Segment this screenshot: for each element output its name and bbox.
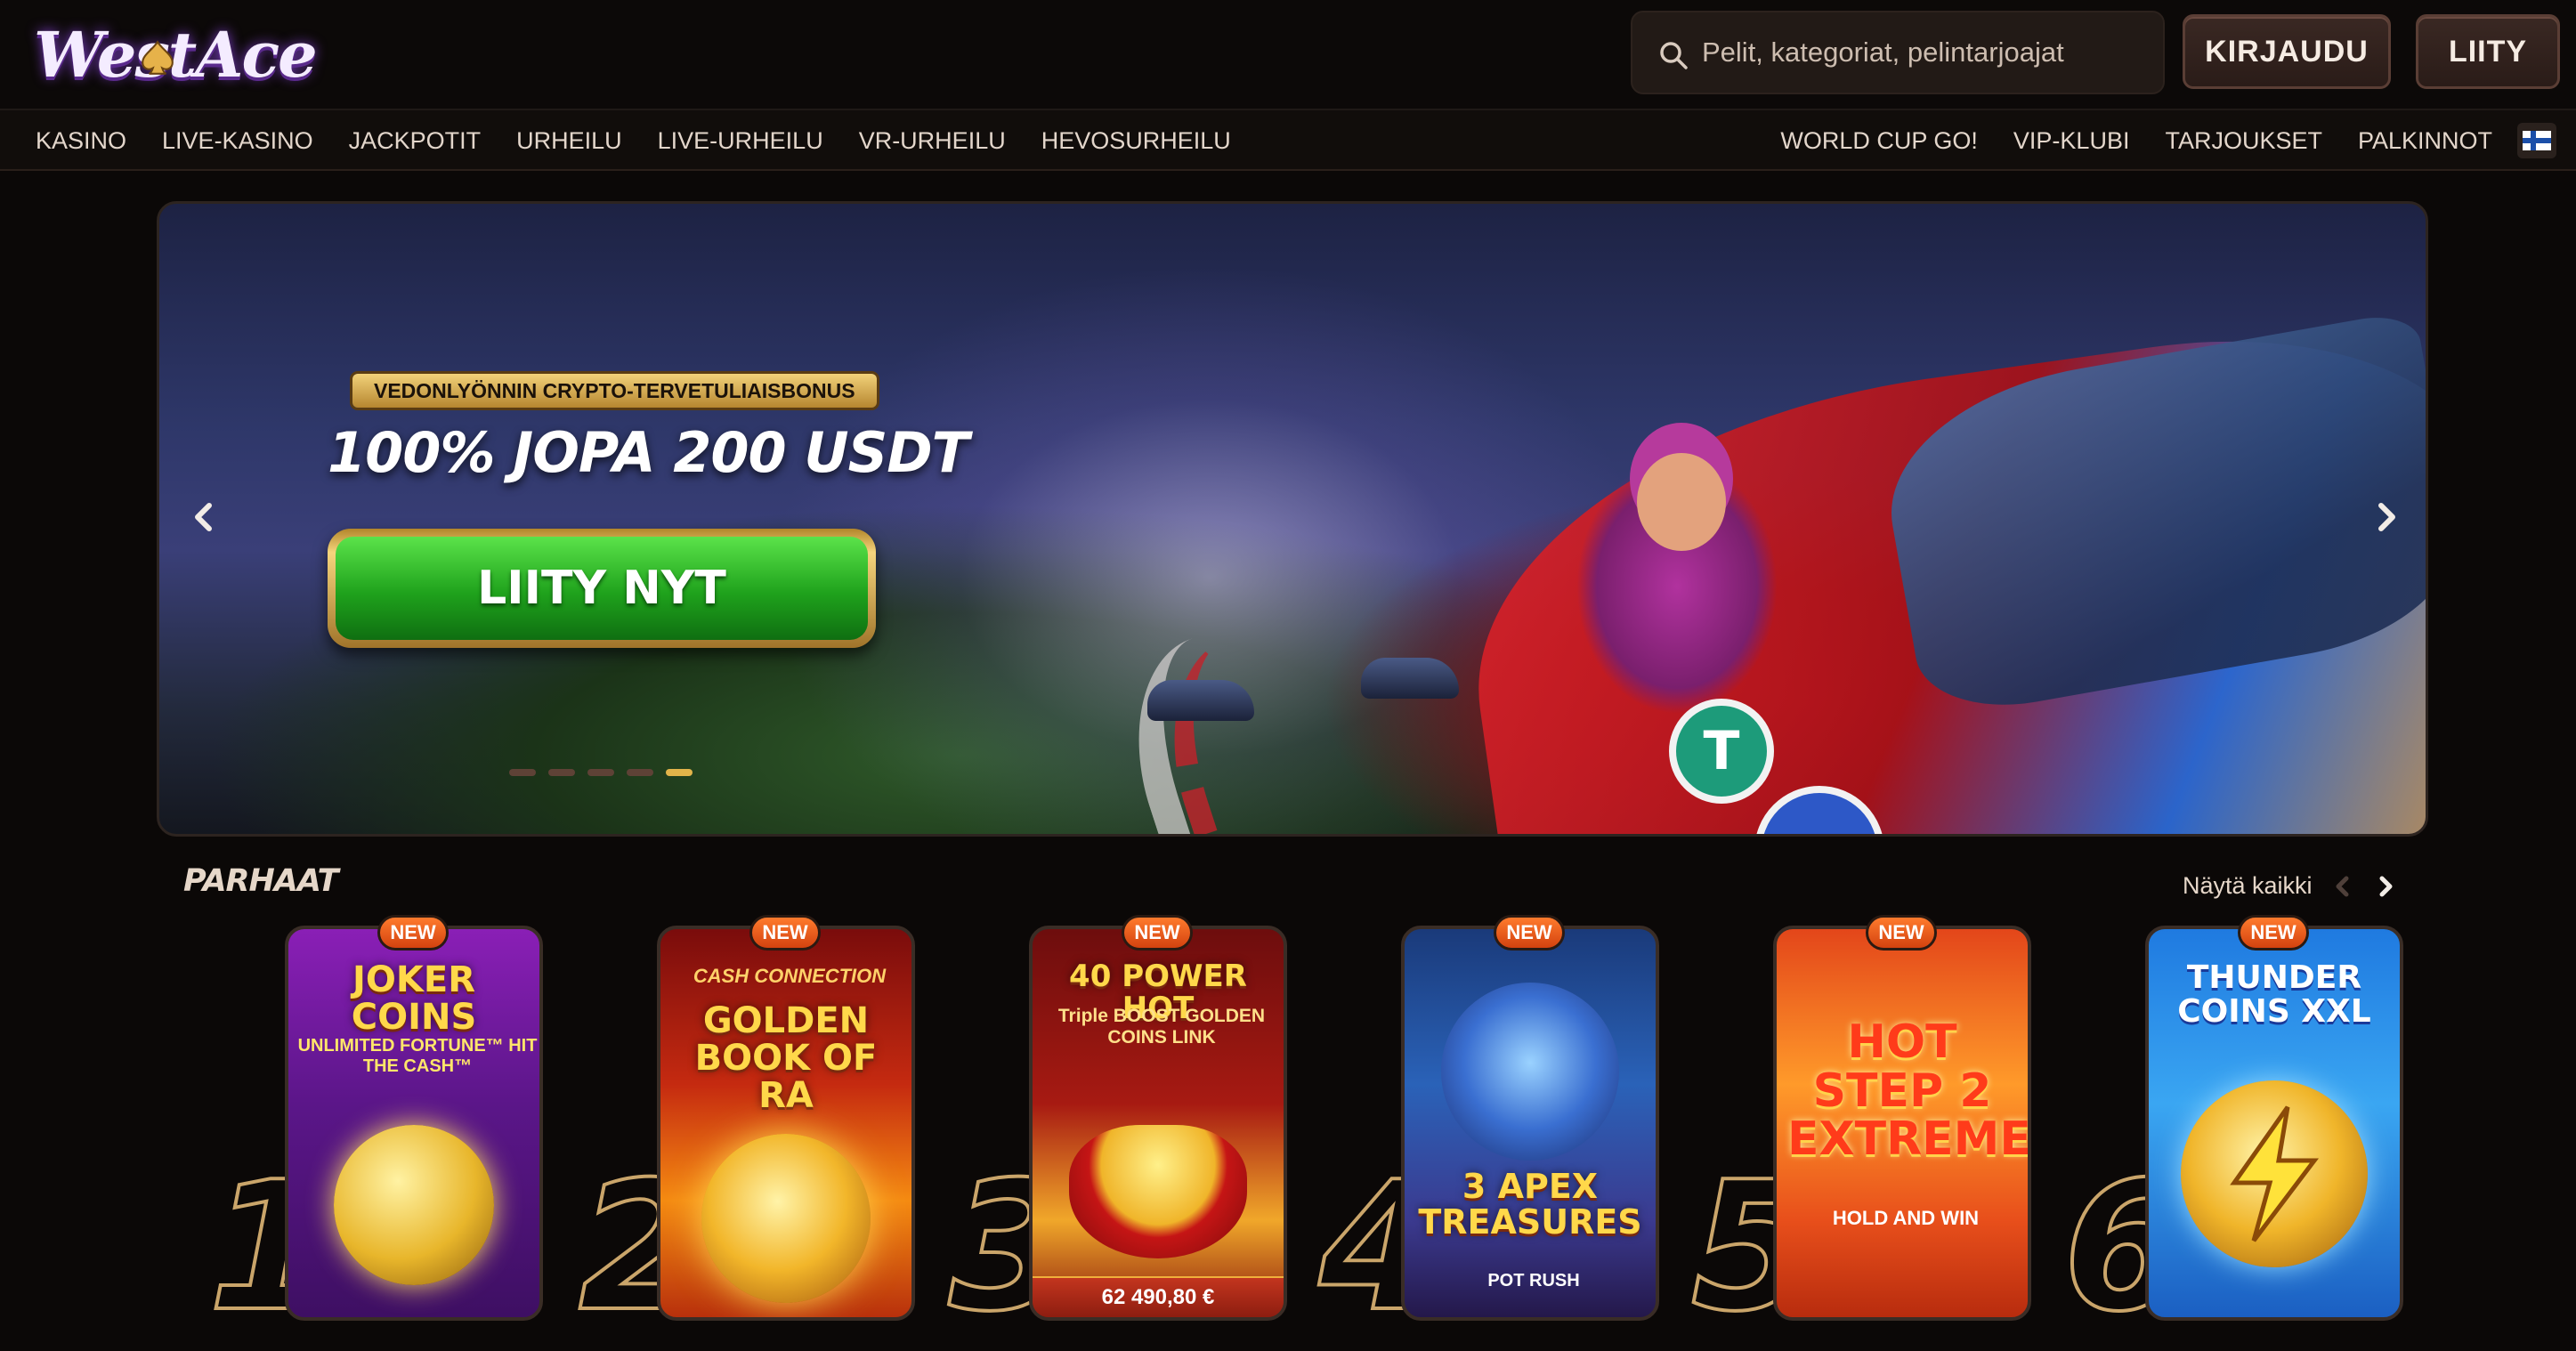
game-card-3-apex-treasures[interactable]: 3 APEX TREASURES POT RUSH — [1401, 926, 1659, 1321]
search-icon — [1660, 42, 1688, 69]
lightning-bolt-icon — [2230, 1105, 2320, 1242]
promo-banner[interactable]: T ◆ ₿ — [157, 201, 2428, 837]
banner-dot[interactable] — [509, 769, 536, 776]
game-card-joker-coins[interactable]: JOKER COINS UNLIMITED FORTUNE™ HIT THE C… — [285, 926, 543, 1321]
game-subtitle: HOLD AND WIN — [1832, 1207, 1980, 1229]
language-selector[interactable] — [2517, 123, 2556, 158]
main-nav: KASINO LIVE-KASINO JACKPOTIT URHEILU LIV… — [0, 110, 2576, 171]
distant-car-image — [1361, 658, 1459, 699]
nav-item-vip-klubi[interactable]: VIP-KLUBI — [2013, 127, 2130, 155]
nav-item-palkinnot[interactable]: PALKINNOT — [2358, 127, 2492, 155]
racer-woman-head — [1637, 453, 1726, 551]
nav-item-urheilu[interactable]: URHEILU — [516, 127, 622, 155]
banner-prev-arrow-icon[interactable] — [182, 495, 226, 539]
game-title: HOT STEP 2 EXTREME — [1787, 1015, 2031, 1167]
golden-book-image — [701, 1134, 871, 1303]
gold-coin-image — [334, 1125, 494, 1285]
game-title: JOKER COINS — [351, 959, 477, 1038]
game-subtitle: POT RUSH — [1487, 1271, 1580, 1290]
section-title-best: PARHAAT — [183, 863, 338, 899]
chevron-right-icon[interactable] — [2369, 870, 2402, 902]
nav-right-group: WORLD CUP GO! VIP-KLUBI TARJOUKSET PALKI… — [1745, 110, 2492, 171]
banner-dot[interactable] — [587, 769, 614, 776]
site-header: WestAce KIRJAUDU LIITY — [0, 0, 2576, 110]
tether-coin-icon: T — [1669, 699, 1774, 804]
login-button[interactable]: KIRJAUDU — [2183, 14, 2391, 89]
westace-logo[interactable]: WestAce — [34, 12, 318, 98]
lightning-coin-image — [2181, 1080, 2368, 1267]
nav-left-group: KASINO LIVE-KASINO JACKPOTIT URHEILU LIV… — [36, 110, 1267, 171]
nav-item-kasino[interactable]: KASINO — [36, 127, 126, 155]
nav-item-vr-urheilu[interactable]: VR-URHEILU — [859, 127, 1006, 155]
chevron-left-icon[interactable] — [2327, 870, 2359, 902]
new-badge: NEW — [1122, 915, 1193, 951]
join-now-label: LIITY NYT — [336, 537, 868, 640]
new-badge: NEW — [1866, 915, 1937, 951]
new-badge: NEW — [749, 915, 821, 951]
promo-title: 100% JOPA 200 USDT — [328, 420, 969, 485]
new-badge: NEW — [1494, 915, 1565, 951]
banner-dot[interactable] — [548, 769, 575, 776]
game-subtitle: Triple BOOST GOLDEN COINS LINK — [1057, 1006, 1266, 1048]
game-subtitle: CASH CONNECTION — [693, 965, 887, 987]
game-title: 3 APEX TREASURES — [1418, 1167, 1642, 1242]
spade-icon — [142, 40, 174, 75]
banner-pagination — [509, 769, 693, 776]
game-card-thunder-coins-xxl[interactable]: THUNDER COINS XXL — [2145, 926, 2403, 1321]
nav-item-hevosurheilu[interactable]: HEVOSURHEILU — [1041, 127, 1231, 155]
wolf-image — [1441, 983, 1619, 1161]
banner-next-arrow-icon[interactable] — [2364, 495, 2409, 539]
game-subtitle: UNLIMITED FORTUNE™ HIT THE CASH™ — [297, 1036, 538, 1076]
banner-dot-active[interactable] — [666, 769, 693, 776]
game-title: GOLDEN BOOK OF RA — [694, 1000, 878, 1116]
nav-item-world-cup[interactable]: WORLD CUP GO! — [1780, 127, 1978, 155]
nav-item-live-kasino[interactable]: LIVE-KASINO — [162, 127, 313, 155]
join-now-button[interactable]: LIITY NYT — [328, 529, 876, 648]
distant-car-image — [1147, 680, 1254, 721]
show-all-link[interactable]: Näytä kaikki — [2183, 872, 2313, 900]
game-card-40-power-hot[interactable]: 40 POWER HOT Triple BOOST GOLDEN COINS L… — [1029, 926, 1287, 1321]
promo-ribbon: VEDONLYÖNNIN CRYPTO-TERVETULIAISBONUS — [352, 374, 877, 408]
new-badge: NEW — [377, 915, 449, 951]
finland-flag-icon — [2523, 131, 2551, 150]
game-title: THUNDER COINS XXL — [2177, 959, 2371, 1030]
banner-dot[interactable] — [627, 769, 653, 776]
search-input[interactable] — [1702, 12, 2147, 93]
game-card-hot-step-2[interactable]: HOT STEP 2 EXTREME HOLD AND WIN — [1773, 926, 2031, 1321]
pot-of-gold-image — [1069, 1125, 1247, 1258]
nav-item-tarjoukset[interactable]: TARJOUKSET — [2165, 127, 2322, 155]
new-badge: NEW — [2238, 915, 2309, 951]
join-button[interactable]: LIITY — [2416, 14, 2560, 89]
jackpot-amount: 62 490,80 € — [1033, 1276, 1284, 1317]
nav-item-live-urheilu[interactable]: LIVE-URHEILU — [658, 127, 823, 155]
nav-item-jackpotit[interactable]: JACKPOTIT — [349, 127, 482, 155]
game-card-golden-book-of-ra[interactable]: CASH CONNECTION GOLDEN BOOK OF RA — [657, 926, 915, 1321]
search-bar[interactable] — [1631, 11, 2165, 94]
